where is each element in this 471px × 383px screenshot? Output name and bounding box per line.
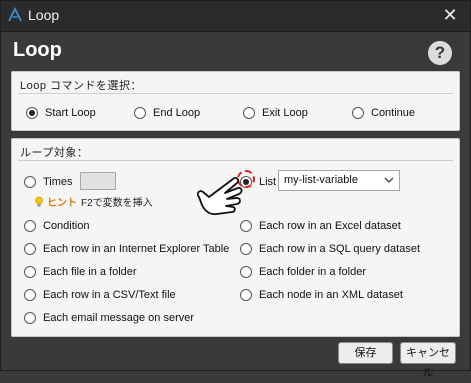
close-icon[interactable]: ✕ <box>440 5 460 25</box>
radio-icon <box>240 243 252 255</box>
loop-target-header: ループ対象： <box>20 147 89 159</box>
radio-label: Each row in a SQL query dataset <box>259 243 421 255</box>
loop-target-group: ループ対象： Times ヒント F2で変数を挿入 List my-list-v… <box>11 138 460 337</box>
lightbulb-icon <box>35 196 43 207</box>
loop-command-header: Loop コマンドを選択： <box>20 80 143 92</box>
dialog-title: Loop <box>13 39 62 61</box>
cancel-button[interactable]: キャンセル <box>400 342 456 379</box>
hint-label: ヒント <box>47 198 77 209</box>
radio-label: Each folder in a folder <box>259 266 367 278</box>
radio-continue[interactable]: Continue <box>352 107 415 119</box>
radio-label: Exit Loop <box>262 107 308 119</box>
help-button[interactable]: ? <box>428 41 452 65</box>
times-input[interactable] <box>80 172 116 190</box>
radio-times[interactable]: Times <box>24 176 73 188</box>
radio-exit-loop[interactable]: Exit Loop <box>243 107 308 119</box>
radio-end-loop[interactable]: End Loop <box>134 107 200 119</box>
hint-text: F2で変数を挿入 <box>81 198 153 209</box>
radio-label: Each email message on server <box>43 312 195 324</box>
radio-sql-row[interactable]: Each row in a SQL query dataset <box>240 243 420 255</box>
chevron-down-icon <box>384 177 394 183</box>
radio-icon <box>24 176 36 188</box>
loop-dialog-window: Loop ✕ Loop ? Loop コマンドを選択： Start Loop E… <box>0 0 471 379</box>
radio-icon <box>352 107 364 119</box>
list-variable-dropdown[interactable]: my-list-variable <box>278 170 400 191</box>
radio-condition[interactable]: Condition <box>24 220 89 232</box>
radio-icon <box>24 220 36 232</box>
radio-label: Each row in an Internet Explorer Table <box>43 243 230 255</box>
radio-label: Start Loop <box>45 107 96 119</box>
radio-email-message[interactable]: Each email message on server <box>24 312 194 324</box>
radio-xml-node[interactable]: Each node in an XML dataset <box>240 289 403 301</box>
radio-label: Each row in an Excel dataset <box>259 220 401 232</box>
radio-icon <box>240 289 252 301</box>
radio-icon <box>240 220 252 232</box>
radio-icon <box>134 107 146 119</box>
title-bar: Loop ✕ <box>1 1 470 32</box>
radio-label: Each node in an XML dataset <box>259 289 403 301</box>
radio-label: List <box>259 176 277 188</box>
save-button[interactable]: 保存 <box>338 342 393 364</box>
radio-file-in-folder[interactable]: Each file in a folder <box>24 266 137 278</box>
radio-label: Each row in a CSV/Text file <box>43 289 176 301</box>
hint-row: ヒント F2で変数を挿入 <box>34 194 153 209</box>
radio-icon <box>24 312 36 324</box>
radio-label: End Loop <box>153 107 201 119</box>
radio-start-loop[interactable]: Start Loop <box>26 107 96 119</box>
radio-checked-icon <box>26 107 38 119</box>
radio-label: Continue <box>371 107 416 119</box>
radio-icon <box>24 266 36 278</box>
radio-icon <box>24 243 36 255</box>
radio-label: Each file in a folder <box>43 266 137 278</box>
radio-ie-table[interactable]: Each row in an Internet Explorer Table <box>24 243 229 255</box>
radio-icon <box>240 266 252 278</box>
pointer-hand-icon <box>196 177 243 216</box>
divider <box>18 93 453 94</box>
radio-csv-row[interactable]: Each row in a CSV/Text file <box>24 289 176 301</box>
app-logo-icon <box>8 7 22 22</box>
loop-command-group: Loop コマンドを選択： Start Loop End Loop Exit L… <box>11 71 460 131</box>
radio-icon <box>243 107 255 119</box>
divider <box>18 160 453 161</box>
radio-label: Condition <box>43 220 90 232</box>
dropdown-value: my-list-variable <box>284 174 358 186</box>
radio-excel-row[interactable]: Each row in an Excel dataset <box>240 220 401 232</box>
window-title: Loop <box>28 7 60 23</box>
radio-icon <box>24 289 36 301</box>
radio-label: Times <box>43 176 73 188</box>
radio-folder-in-folder[interactable]: Each folder in a folder <box>240 266 366 278</box>
